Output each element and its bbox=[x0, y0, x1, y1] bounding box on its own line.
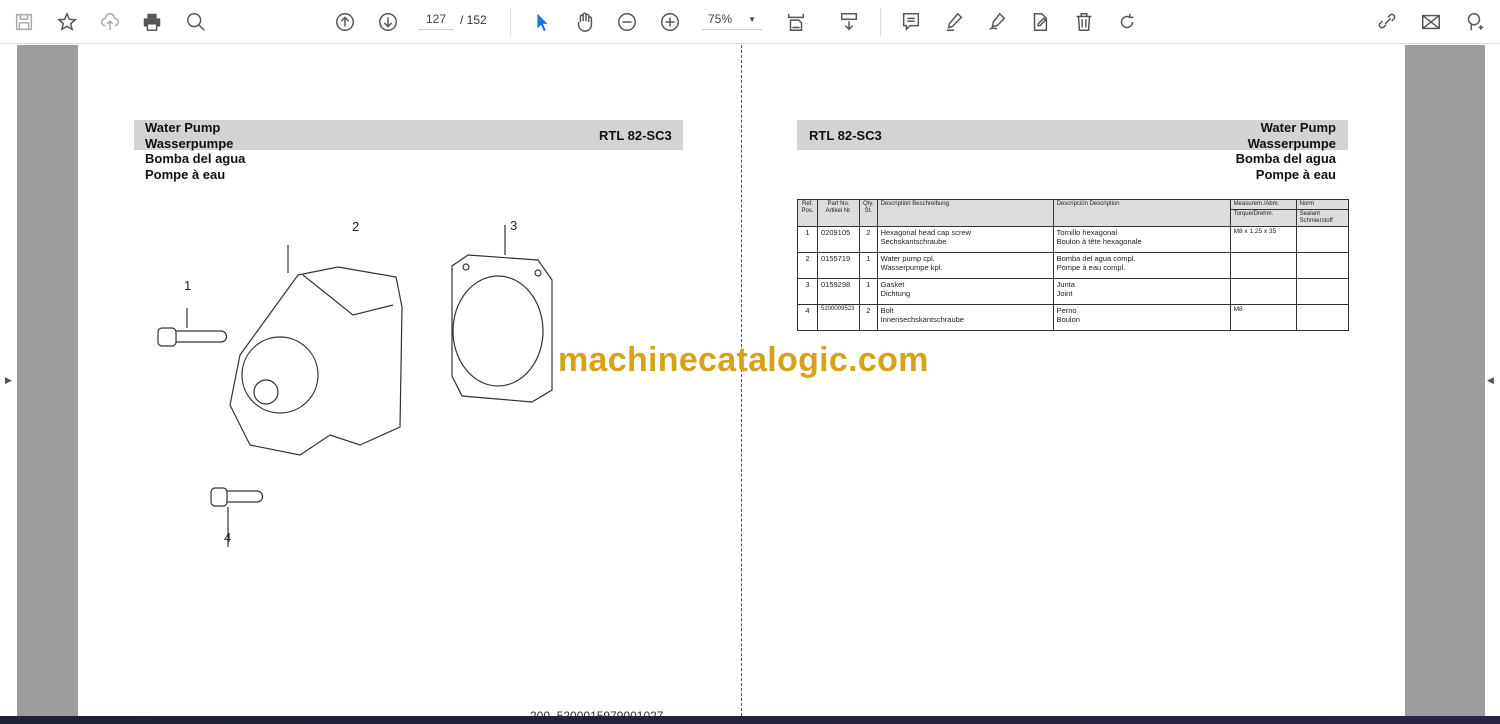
add-user-icon[interactable] bbox=[1460, 8, 1488, 36]
zoom-value: 75% bbox=[708, 12, 733, 26]
select-cursor-icon[interactable] bbox=[528, 8, 556, 36]
cell-measure: M8 x 1,25 x 35 bbox=[1229, 226, 1297, 253]
table-row: 2 0155719 1 Water pump cpl. Wasserpumpe k… bbox=[797, 252, 1350, 279]
right-panel-toggle-icon[interactable]: ◀ bbox=[1487, 375, 1494, 386]
chevron-down-icon: ▼ bbox=[748, 15, 756, 24]
table-row: 1 0209105 2 Hexagonal head cap screw Sech… bbox=[797, 226, 1350, 253]
page-number-input[interactable]: 127 bbox=[418, 12, 454, 30]
fit-page-icon[interactable] bbox=[782, 8, 810, 36]
cell-desc-en-de: Hexagonal head cap screw Sechskantschraub… bbox=[876, 226, 1054, 253]
cell-measure bbox=[1229, 252, 1297, 279]
cell-ref: 1 bbox=[797, 226, 818, 253]
highlight-icon[interactable] bbox=[940, 8, 968, 36]
share-link-icon[interactable] bbox=[1373, 8, 1401, 36]
rotate-icon[interactable] bbox=[1113, 8, 1141, 36]
left-panel-toggle-icon[interactable]: ▶ bbox=[5, 375, 12, 386]
table-row: 4 5200009523 2 Bolt Innensechskantschraub… bbox=[797, 304, 1350, 331]
pdf-page-spread: Water Pump Wasserpumpe Bomba del agua Pompe… bbox=[78, 45, 1405, 723]
callout-3: 3 bbox=[510, 218, 518, 233]
cell-part: 5200009523 bbox=[817, 304, 860, 331]
upload-cloud-icon[interactable] bbox=[96, 8, 124, 36]
cell-qty: 2 bbox=[859, 226, 878, 253]
taskbar-edge bbox=[0, 716, 1500, 724]
callout-2: 2 bbox=[352, 219, 360, 234]
comment-icon[interactable] bbox=[897, 8, 925, 36]
page-divider bbox=[741, 45, 742, 716]
gasket-drawing bbox=[451, 225, 553, 403]
cell-desc-en-de: Bolt Innensechskantschraube bbox=[876, 304, 1054, 331]
callout-1: 1 bbox=[184, 278, 192, 293]
parts-table: Ref. Pos. Part No. Artikel Nr. Qty. St. … bbox=[797, 199, 1350, 331]
header-qty: Qty. St. bbox=[859, 199, 878, 227]
divider bbox=[880, 8, 881, 36]
toolbar: 127 / 152 75% ▼ bbox=[0, 0, 1500, 44]
bolt-4-drawing bbox=[210, 487, 264, 547]
header-torque: Torque/Drehm. bbox=[1229, 209, 1297, 227]
cell-norm bbox=[1295, 226, 1350, 253]
cell-qty: 1 bbox=[859, 278, 878, 305]
pump-drawing bbox=[229, 245, 403, 456]
cell-desc-es-fr: Tornillo hexagonal Boulon à tête hexagona… bbox=[1052, 226, 1231, 253]
table-row: 3 0159298 1 Gasket Dichtung Junta Joint bbox=[797, 278, 1350, 305]
bookmark-star-icon[interactable] bbox=[53, 8, 81, 36]
cell-desc-es-fr: Junta Joint bbox=[1052, 278, 1231, 305]
cell-part: 0155719 bbox=[817, 252, 860, 279]
header-sealant: Sealant Schmierstoff bbox=[1295, 209, 1350, 227]
fill-sign-icon[interactable] bbox=[1026, 8, 1054, 36]
left-title: Water Pump Wasserpumpe Bomba del agua Pompe… bbox=[145, 120, 246, 182]
page-total: / 152 bbox=[460, 13, 487, 27]
zoom-select[interactable]: 75% ▼ bbox=[702, 12, 762, 30]
right-model: RTL 82-SC3 bbox=[809, 128, 882, 143]
sign-icon[interactable] bbox=[983, 8, 1011, 36]
header-ref: Ref. Pos. bbox=[797, 199, 818, 227]
bolt-1-drawing bbox=[157, 308, 228, 347]
cell-part: 0209105 bbox=[817, 226, 860, 253]
cell-measure bbox=[1229, 278, 1297, 305]
delete-icon[interactable] bbox=[1070, 8, 1098, 36]
cell-part: 0159298 bbox=[817, 278, 860, 305]
email-icon[interactable] bbox=[1417, 8, 1445, 36]
watermark: machinecatalogic.com bbox=[558, 341, 929, 379]
cell-ref: 4 bbox=[797, 304, 818, 331]
right-title: Water Pump Wasserpumpe Bomba del agua Pompe… bbox=[1235, 120, 1336, 182]
cell-ref: 2 bbox=[797, 252, 818, 279]
document-viewer[interactable]: ▶ ◀ Water Pump Wasserpumpe Bomba del agua P… bbox=[0, 45, 1500, 723]
page-up-icon[interactable] bbox=[331, 8, 359, 36]
cell-qty: 1 bbox=[859, 252, 878, 279]
zoom-out-icon[interactable] bbox=[613, 8, 641, 36]
cell-norm bbox=[1295, 278, 1350, 305]
cell-measure: M8 bbox=[1229, 304, 1297, 331]
header-desc-en-de: Description Beschreibung bbox=[876, 199, 1054, 227]
header-desc-es-fr: Descripción Description bbox=[1052, 199, 1231, 227]
header-norm: Norm bbox=[1295, 199, 1350, 210]
cell-norm bbox=[1295, 252, 1350, 279]
water-pump-diagram bbox=[157, 225, 553, 547]
zoom-in-icon[interactable] bbox=[656, 8, 684, 36]
cell-ref: 3 bbox=[797, 278, 818, 305]
cell-desc-es-fr: Bomba del agua compl. Pompe à eau compl. bbox=[1052, 252, 1231, 279]
cell-desc-es-fr: Perno Boulon bbox=[1052, 304, 1231, 331]
page-down-icon[interactable] bbox=[374, 8, 402, 36]
cell-desc-en-de: Water pump cpl. Wasserpumpe kpl. bbox=[876, 252, 1054, 279]
search-zoom-icon[interactable] bbox=[182, 8, 210, 36]
header-measure: Measurem./Abm. bbox=[1229, 199, 1297, 210]
save-icon[interactable] bbox=[10, 8, 38, 36]
cell-norm bbox=[1295, 304, 1350, 331]
divider bbox=[510, 8, 511, 36]
cell-qty: 2 bbox=[859, 304, 878, 331]
hand-icon[interactable] bbox=[571, 8, 599, 36]
left-model: RTL 82-SC3 bbox=[599, 128, 672, 143]
scroll-mode-icon[interactable] bbox=[835, 8, 863, 36]
header-part: Part No. Artikel Nr. bbox=[817, 199, 860, 227]
print-icon[interactable] bbox=[138, 8, 166, 36]
callout-4: 4 bbox=[224, 530, 232, 545]
cell-desc-en-de: Gasket Dichtung bbox=[876, 278, 1054, 305]
